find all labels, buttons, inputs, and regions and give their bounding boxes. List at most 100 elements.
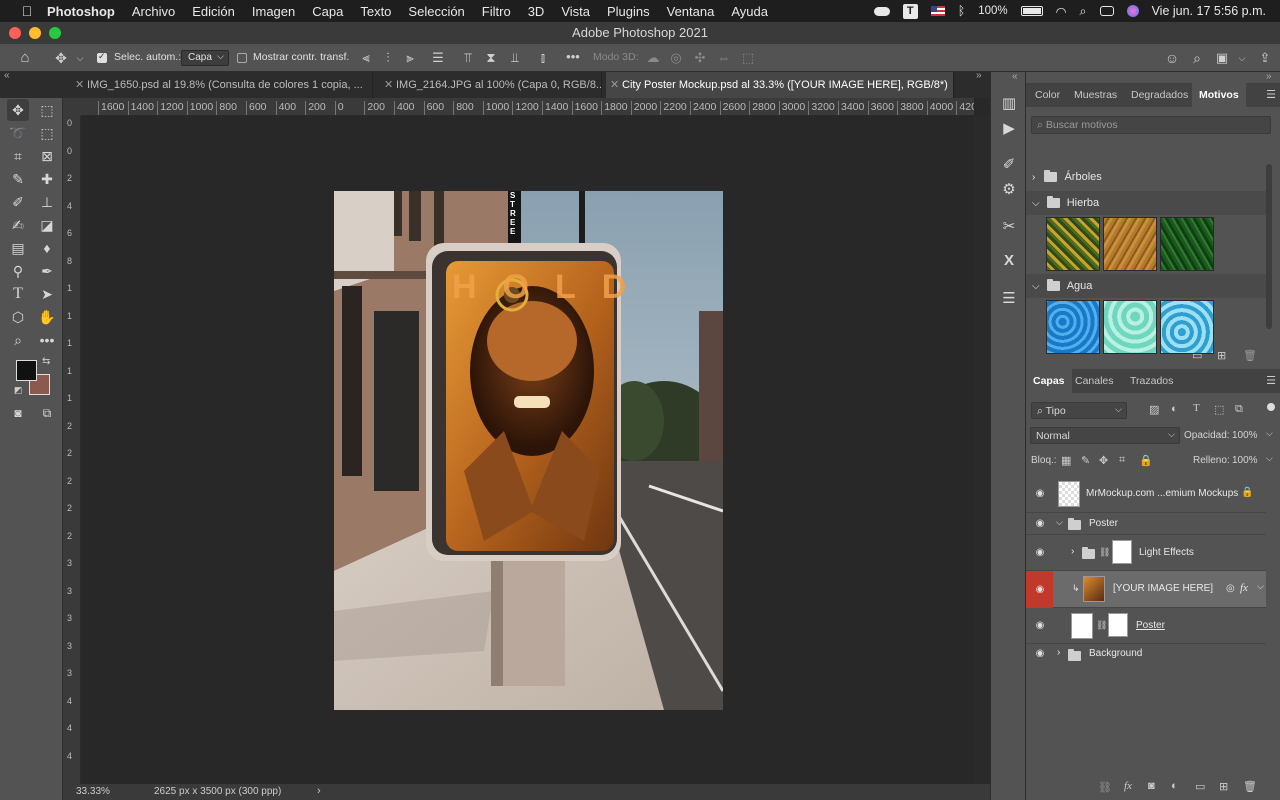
clone-stamp-tool-icon[interactable]: ⊥: [36, 191, 58, 213]
eyedropper-tool-icon[interactable]: ✎: [7, 168, 29, 190]
lasso-tool-icon[interactable]: ➰: [7, 122, 29, 144]
tab-channels[interactable]: Canales: [1068, 369, 1121, 393]
wifi-icon[interactable]: ◠: [1056, 4, 1067, 19]
zoom-level[interactable]: 33.33%: [76, 786, 110, 797]
menu-filtro[interactable]: Filtro: [482, 4, 511, 19]
link-layers-icon[interactable]: ⛓: [1098, 781, 1112, 794]
move-tool-icon[interactable]: ✥: [53, 51, 69, 65]
new-group-icon[interactable]: ▭: [1192, 349, 1202, 362]
more-options-icon[interactable]: •••: [565, 50, 581, 64]
link-icon[interactable]: ⛓: [1096, 620, 1107, 631]
share-icon[interactable]: ⇪: [1257, 51, 1273, 65]
visibility-eye-icon[interactable]: ◉: [1032, 488, 1048, 499]
menu-seleccion[interactable]: Selección: [408, 4, 464, 19]
layer-name[interactable]: Poster: [1089, 518, 1118, 529]
control-center-icon[interactable]: [1099, 6, 1114, 16]
type-tool-icon[interactable]: T: [7, 283, 29, 305]
canvas-area[interactable]: HOLD STREE: [81, 116, 974, 784]
siri-icon[interactable]: [1126, 5, 1139, 17]
chevron-right-icon[interactable]: ›: [1032, 172, 1035, 183]
hand-tool-icon[interactable]: ✋: [36, 306, 58, 328]
expand-dock-icon[interactable]: «: [1012, 71, 1018, 82]
battery-icon[interactable]: [1020, 6, 1043, 16]
close-tab-icon[interactable]: ✕: [610, 72, 619, 98]
new-adjustment-icon[interactable]: ◐: [1171, 780, 1178, 792]
distribute-icon[interactable]: ☰: [430, 51, 446, 65]
brush-settings-icon[interactable]: ✐: [999, 155, 1019, 173]
filter-toggle-icon[interactable]: [1267, 403, 1275, 411]
visibility-eye-icon[interactable]: ◉: [1032, 620, 1048, 631]
auto-select-checkbox[interactable]: [97, 51, 107, 63]
fx-icon[interactable]: fx: [1240, 582, 1248, 594]
layer-name[interactable]: Light Effects: [1139, 547, 1194, 558]
new-group-icon[interactable]: ▭: [1195, 780, 1205, 793]
quick-mask-icon[interactable]: ◙: [7, 402, 29, 424]
collapse-panels-icon[interactable]: »: [1266, 71, 1272, 82]
filter-smart-object-icon[interactable]: ⧉: [1235, 403, 1243, 416]
pattern-swatch-grass-3[interactable]: [1160, 217, 1214, 271]
minimize-window-button[interactable]: [29, 27, 41, 39]
tab-document-2[interactable]: ✕ IMG_2164.JPG al 100% (Capa 0, RGB/8...: [380, 72, 602, 98]
marquee-tool-icon[interactable]: ⬚: [36, 99, 58, 121]
pattern-swatch-water-2[interactable]: [1103, 300, 1157, 354]
more-tools-icon[interactable]: •••: [36, 329, 58, 351]
brush-tool-icon[interactable]: ✐: [7, 191, 29, 213]
swap-colors-icon[interactable]: ⇆: [42, 356, 50, 367]
add-mask-icon[interactable]: ◙: [1148, 780, 1155, 792]
chevron-right-icon[interactable]: ›: [1071, 546, 1074, 557]
close-window-button[interactable]: [9, 27, 21, 39]
cloud-icon[interactable]: [873, 6, 890, 16]
tool-preset-chevron-icon[interactable]: ⌵: [72, 51, 88, 65]
menu-ventana[interactable]: Ventana: [667, 4, 715, 19]
add-style-icon[interactable]: fx: [1124, 780, 1132, 792]
delete-pattern-icon[interactable]: 🗑: [1243, 349, 1257, 362]
delete-layer-icon[interactable]: 🗑: [1243, 780, 1257, 793]
collapse-toolbar-icon[interactable]: «: [4, 70, 10, 81]
chevron-down-icon[interactable]: ⌵: [1056, 517, 1063, 528]
menu-ayuda[interactable]: Ayuda: [731, 4, 768, 19]
fill-value[interactable]: 100%: [1232, 455, 1258, 466]
lock-artboard-icon[interactable]: ⌗: [1119, 454, 1125, 467]
patterns-scrollbar[interactable]: [1266, 164, 1272, 329]
shape-tool-icon[interactable]: ⬡: [7, 306, 29, 328]
distribute-vertical-icon[interactable]: ⫾: [535, 51, 551, 65]
blur-tool-icon[interactable]: ♦: [36, 237, 58, 259]
smart-filter-icon[interactable]: ◎: [1226, 583, 1235, 594]
pen-tool-icon[interactable]: ✒: [36, 260, 58, 282]
menu-archivo[interactable]: Archivo: [132, 4, 175, 19]
lock-image-icon[interactable]: ✎: [1081, 454, 1090, 467]
align-top-icon[interactable]: ⫪: [460, 51, 476, 65]
chevron-right-icon[interactable]: ›: [1057, 647, 1060, 658]
menu-texto[interactable]: Texto: [360, 4, 391, 19]
close-tab-icon[interactable]: ✕: [75, 72, 84, 98]
align-vcenter-icon[interactable]: ⧗: [483, 51, 499, 65]
pattern-swatch-water-3[interactable]: [1160, 300, 1214, 354]
move-tool-icon[interactable]: ✥: [7, 99, 29, 121]
zoom-tool-icon[interactable]: ⌕: [7, 329, 29, 351]
filter-adjustment-icon[interactable]: ◐: [1171, 403, 1178, 415]
close-tab-icon[interactable]: ✕: [384, 72, 393, 98]
filter-shape-icon[interactable]: ⬚: [1214, 403, 1224, 416]
opacity-value[interactable]: 100%: [1232, 430, 1258, 441]
layer-group-row[interactable]: ◉ › ⛓ Light Effects: [1026, 535, 1266, 571]
visibility-eye-icon[interactable]: ◉: [1032, 518, 1048, 529]
align-left-icon[interactable]: ⫷: [358, 51, 374, 65]
layer-group-row[interactable]: ◉ › Background: [1026, 644, 1266, 666]
tab-document-3-active[interactable]: ✕ City Poster Mockup.psd al 33.3% ([YOUR…: [606, 72, 954, 98]
pattern-group-hierba[interactable]: ⌵ Hierba: [1026, 191, 1266, 215]
properties-panel-icon[interactable]: ☰: [999, 289, 1019, 307]
new-pattern-icon[interactable]: ⊞: [1217, 349, 1226, 362]
new-layer-icon[interactable]: ⊞: [1219, 780, 1228, 793]
menubar-clock[interactable]: Vie jun. 17 5:56 p.m.: [1152, 4, 1266, 18]
pattern-group-agua[interactable]: ⌵ Agua: [1026, 274, 1266, 298]
share-user-icon[interactable]: ☺: [1164, 51, 1180, 65]
apple-icon[interactable]: : [16, 3, 38, 19]
search-icon[interactable]: ⌕: [1080, 4, 1087, 19]
eraser-tool-icon[interactable]: ◪: [36, 214, 58, 236]
us-flag-icon[interactable]: [930, 6, 945, 16]
blend-mode-dropdown[interactable]: Normal ⌵: [1030, 427, 1180, 444]
lock-all-icon[interactable]: 🔒: [1139, 454, 1153, 467]
object-select-tool-icon[interactable]: ⬚: [36, 122, 58, 144]
path-selection-tool-icon[interactable]: ➤: [36, 283, 58, 305]
menu-app-name[interactable]: Photoshop: [47, 4, 115, 19]
